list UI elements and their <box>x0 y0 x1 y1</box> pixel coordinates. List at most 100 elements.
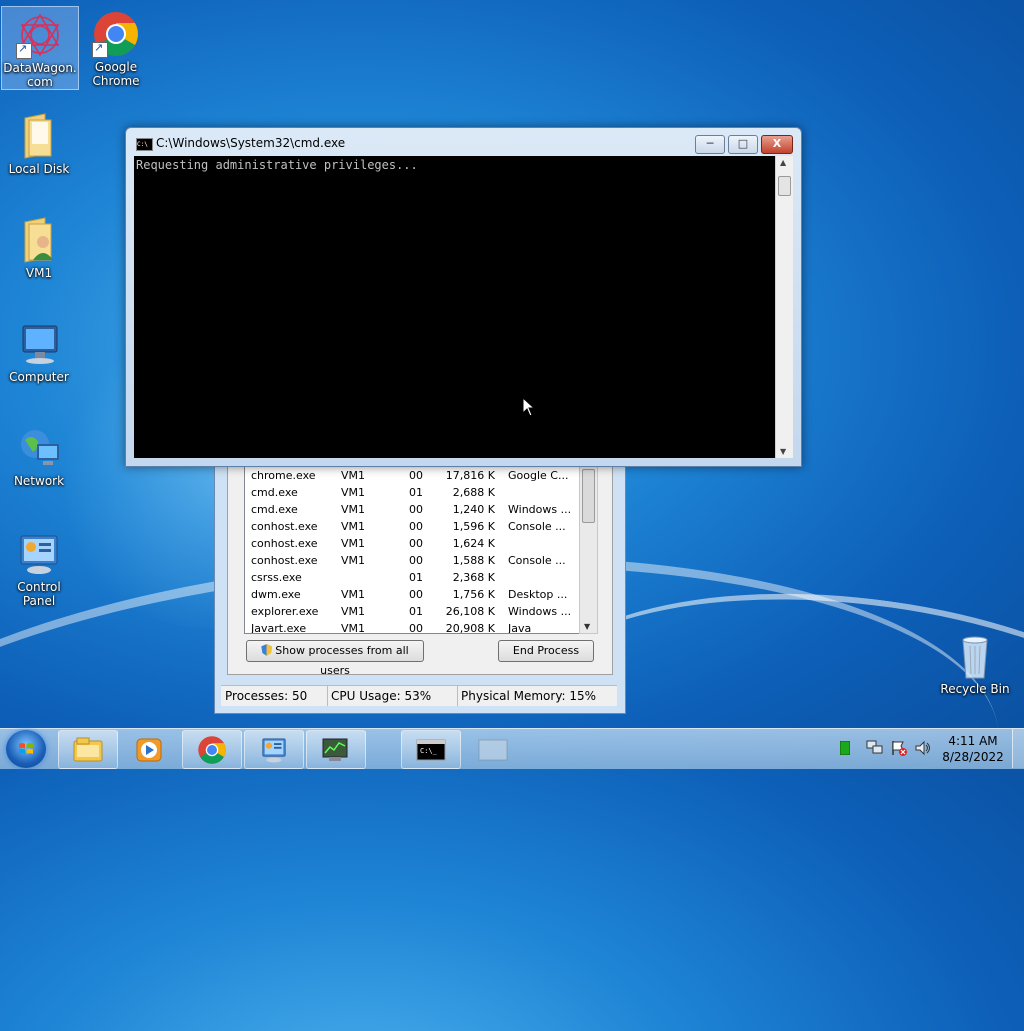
task-manager-window[interactable]: chrome.exe VM1 00 17,816 K Google C... cmd.ex… <box>214 440 626 714</box>
desktop-icon-label: Computer <box>9 370 69 384</box>
desktop-icon-label: VM1 <box>25 266 53 280</box>
show-all-processes-label: Show processes from all users <box>275 644 409 677</box>
desktop-icon-recycle-bin[interactable]: Recycle Bin <box>937 628 1013 696</box>
network-tray-icon[interactable] <box>866 740 884 756</box>
computer-icon <box>15 320 63 368</box>
process-memory: 2,688 K <box>452 486 495 499</box>
processes-panel: chrome.exe VM1 00 17,816 K Google C... cmd.ex… <box>227 453 613 677</box>
process-user: VM1 <box>341 469 366 482</box>
desktop-icon-label: Recycle Bin <box>940 682 1010 696</box>
scrollbar-thumb[interactable] <box>582 469 595 523</box>
table-row[interactable]: chrome.exe VM1 00 17,816 K Google C... <box>245 467 579 484</box>
process-memory: 26,108 K <box>445 605 495 618</box>
taskbar-clock[interactable]: 4:11 AM 8/28/2022 <box>940 733 1006 765</box>
chrome-icon <box>92 10 140 58</box>
datawagon-icon <box>16 11 64 59</box>
process-description: Console ... <box>508 554 566 567</box>
taskbar-chrome-button[interactable] <box>182 730 242 769</box>
taskbar: C:\_ 4:11 AM 8/28/2022 <box>0 728 1024 769</box>
taskbar-task-manager-button[interactable] <box>306 730 366 769</box>
scroll-up-arrow-icon[interactable]: ▲ <box>780 158 786 167</box>
network-icon <box>15 424 63 472</box>
process-name: cmd.exe <box>251 486 298 499</box>
desktop-icon-vm1[interactable]: VM1 <box>1 212 77 280</box>
process-description: Console ... <box>508 520 566 533</box>
scroll-down-arrow-icon[interactable]: ▼ <box>780 447 786 456</box>
table-row[interactable]: conhost.exe VM1 00 1,596 K Console ... <box>245 518 579 535</box>
explorer-icon <box>73 737 103 762</box>
desktop-icon-chrome[interactable]: Google Chrome <box>78 6 154 88</box>
table-row[interactable]: Javart.exe VM1 00 20,908 K Java <box>245 620 579 634</box>
end-process-button[interactable]: End Process <box>498 640 594 662</box>
process-user: VM1 <box>341 622 366 634</box>
recycle-bin-icon <box>951 632 999 680</box>
process-list[interactable]: chrome.exe VM1 00 17,816 K Google C... cmd.ex… <box>244 466 580 634</box>
minimize-button[interactable]: ─ <box>695 135 725 154</box>
process-description: Java <box>508 622 532 634</box>
process-description: Desktop ... <box>508 588 568 601</box>
taskbar-media-player-button[interactable] <box>120 730 180 769</box>
table-row[interactable]: csrss.exe 01 2,368 K <box>245 569 579 586</box>
process-name: conhost.exe <box>251 554 318 567</box>
action-center-flag-icon[interactable] <box>890 740 908 756</box>
folder-icon <box>15 112 63 160</box>
cmd-app-icon: C:\ <box>136 138 153 151</box>
process-name: cmd.exe <box>251 503 298 516</box>
desktop-icon-label: Control Panel <box>17 580 61 608</box>
process-name: explorer.exe <box>251 605 319 618</box>
process-memory: 1,624 K <box>452 537 495 550</box>
scrollbar-thumb[interactable] <box>778 176 791 196</box>
taskbar-cmd-button[interactable]: C:\_ <box>401 730 461 769</box>
physical-memory: Physical Memory: 15% <box>461 689 597 703</box>
show-desktop-button[interactable] <box>1012 729 1024 768</box>
console-output[interactable]: Requesting administrative privileges... <box>134 156 775 458</box>
taskbar-control-panel-button[interactable] <box>244 730 304 769</box>
process-name: Javart.exe <box>251 622 307 634</box>
table-row[interactable]: conhost.exe VM1 00 1,624 K <box>245 535 579 552</box>
show-all-processes-button[interactable]: Show processes from all users <box>246 640 424 677</box>
table-row[interactable]: cmd.exe VM1 01 2,688 K <box>245 484 579 501</box>
console-scrollbar[interactable]: ▲ ▼ <box>775 156 793 458</box>
process-user: VM1 <box>341 503 366 516</box>
start-button[interactable] <box>6 730 46 768</box>
volume-icon[interactable] <box>914 740 932 756</box>
clock-date: 8/28/2022 <box>942 750 1004 764</box>
cpu-usage: CPU Usage: 53% <box>327 686 458 706</box>
desktop-icon-datawagon[interactable]: DataWagon.com <box>1 6 79 90</box>
mouse-cursor-icon <box>522 397 536 417</box>
desktop-icon-local-disk[interactable]: Local Disk <box>1 108 77 176</box>
process-name: conhost.exe <box>251 537 318 550</box>
process-user: VM1 <box>341 537 366 550</box>
desktop-icon-computer[interactable]: Computer <box>1 316 77 384</box>
task-manager-icon <box>322 738 348 761</box>
process-memory: 17,816 K <box>445 469 495 482</box>
desktop-icon-control-panel[interactable]: Control Panel <box>1 526 77 608</box>
process-count: Processes: 50 <box>221 686 328 706</box>
chrome-icon <box>198 736 226 764</box>
cmd-icon: C:\_ <box>416 739 446 761</box>
process-memory: 1,588 K <box>452 554 495 567</box>
desktop-icon-label: Google Chrome <box>92 60 140 88</box>
process-memory: 2,368 K <box>452 571 495 584</box>
table-row[interactable]: explorer.exe VM1 01 26,108 K Windows ... <box>245 603 579 620</box>
process-name: dwm.exe <box>251 588 301 601</box>
table-row[interactable]: dwm.exe VM1 00 1,756 K Desktop ... <box>245 586 579 603</box>
scroll-down-arrow-icon[interactable]: ▼ <box>584 622 590 631</box>
process-memory: 1,240 K <box>452 503 495 516</box>
taskbar-window-button[interactable] <box>463 730 523 769</box>
window-title: C:\Windows\System32\cmd.exe <box>156 136 346 150</box>
cmd-window[interactable]: C:\ C:\Windows\System32\cmd.exe ─ □ X Re… <box>125 127 802 467</box>
process-user: VM1 <box>341 486 366 499</box>
table-row[interactable]: conhost.exe VM1 00 1,588 K Console ... <box>245 552 579 569</box>
close-button[interactable]: X <box>761 135 793 154</box>
table-row[interactable]: cmd.exe VM1 00 1,240 K Windows ... <box>245 501 579 518</box>
maximize-button[interactable]: □ <box>728 135 758 154</box>
process-memory: 20,908 K <box>445 622 495 634</box>
process-list-scrollbar[interactable]: ▼ <box>579 466 598 634</box>
process-user: VM1 <box>341 605 366 618</box>
desktop-icon-network[interactable]: Network <box>1 420 77 488</box>
uac-shield-icon <box>261 644 273 656</box>
taskbar-explorer-button[interactable] <box>58 730 118 769</box>
windows-logo-icon <box>19 743 33 754</box>
activity-indicator-icon[interactable] <box>840 741 850 755</box>
